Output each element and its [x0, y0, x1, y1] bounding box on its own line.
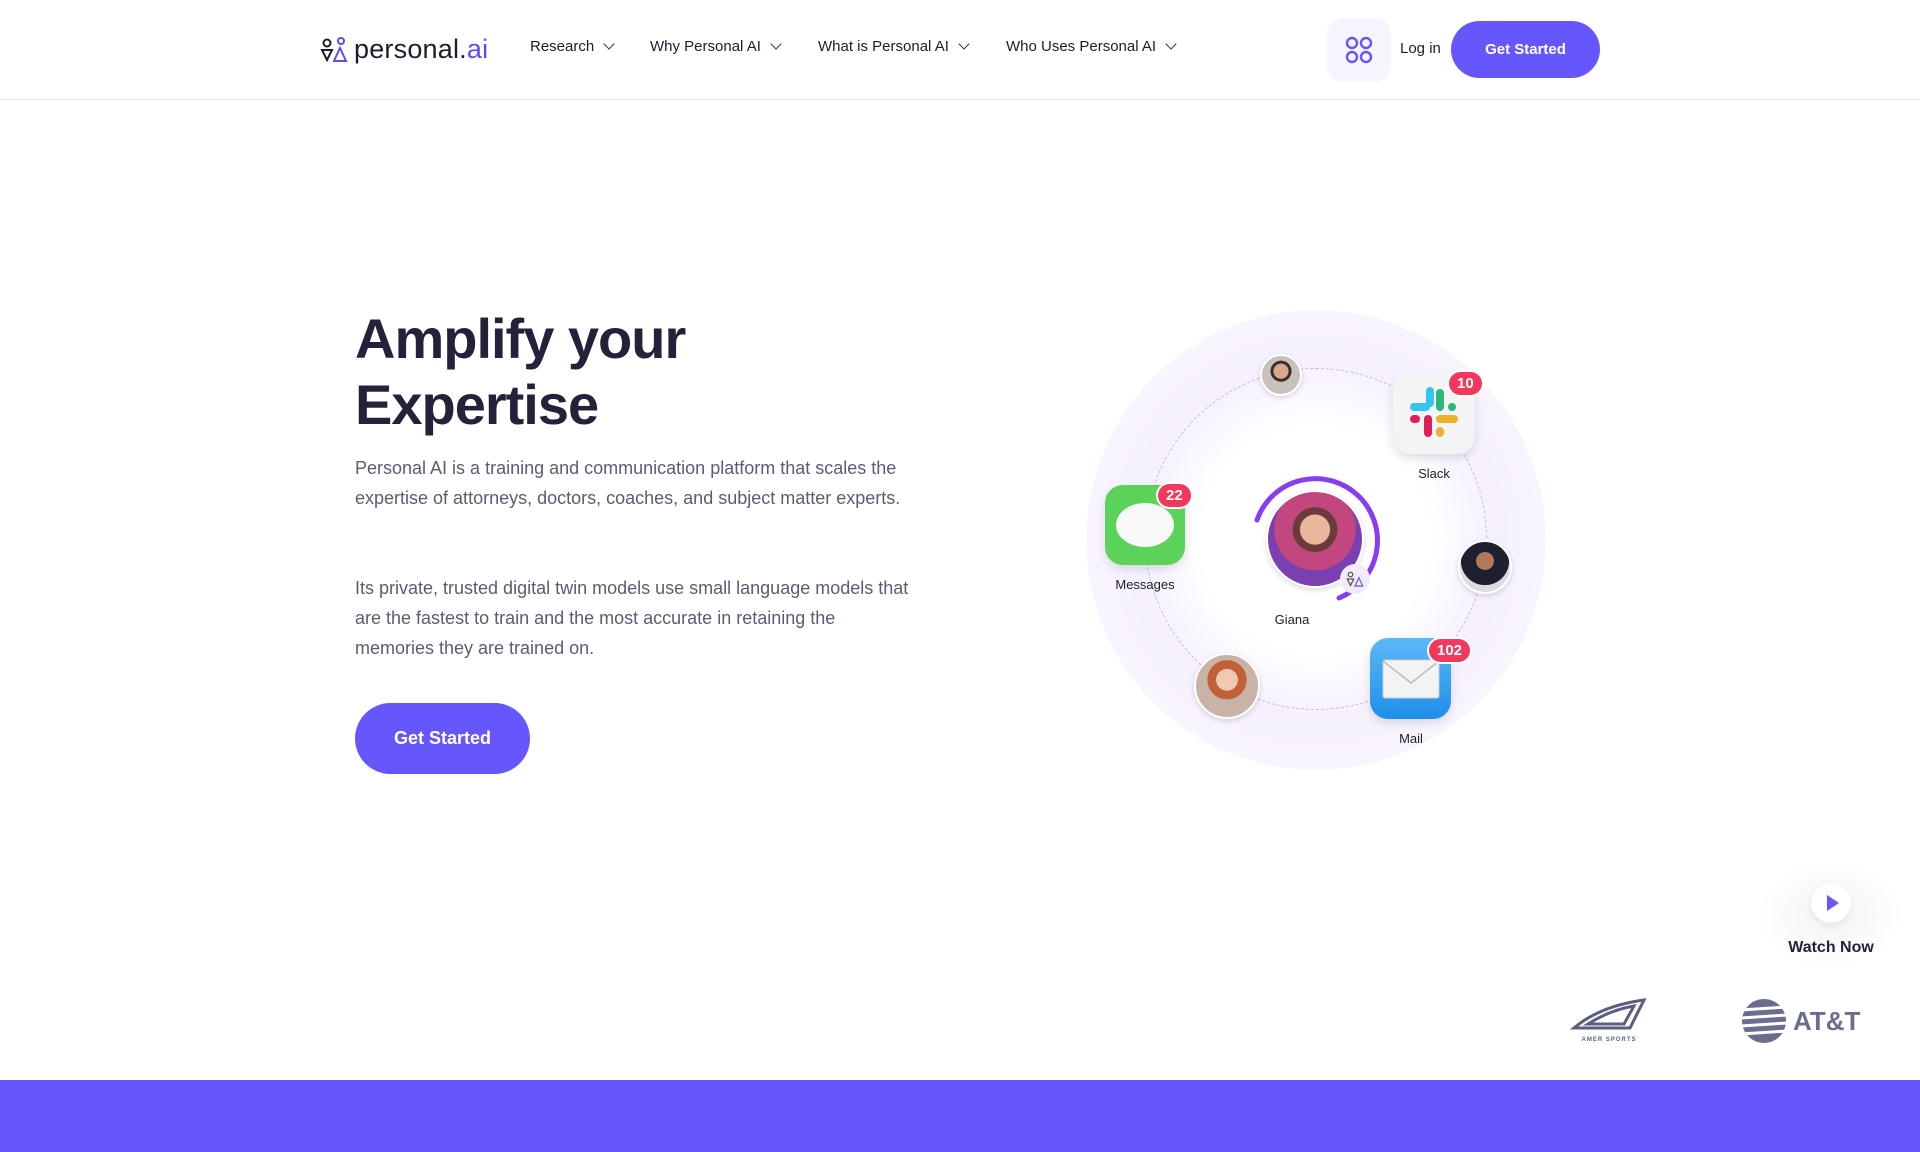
- hero-title-line1: Amplify your: [355, 307, 686, 370]
- watch-now-label: Watch Now: [1788, 939, 1874, 956]
- hero-paragraph-2: Its private, trusted digital twin models…: [355, 578, 909, 658]
- hero-title-line2: Expertise: [355, 373, 599, 436]
- chevron-down-icon: [603, 38, 615, 50]
- hero-get-started-button[interactable]: Get Started: [355, 703, 530, 774]
- personal-ai-badge-icon: [1340, 564, 1370, 594]
- nav-research[interactable]: Research: [530, 38, 615, 55]
- amer-sports-text: AMER SPORTS: [1581, 1037, 1637, 1043]
- play-icon: [1811, 883, 1851, 923]
- speech-bubble-icon: [1116, 503, 1174, 547]
- header-get-started-button[interactable]: Get Started: [1451, 21, 1600, 78]
- logo-icon: [320, 36, 348, 62]
- contact-avatar[interactable]: [1194, 653, 1260, 719]
- mail-badge: 102: [1427, 637, 1473, 664]
- watch-now-button[interactable]: Watch Now: [1758, 860, 1904, 970]
- logo-text: personal.: [354, 34, 467, 64]
- nav-label: What is Personal AI: [818, 38, 949, 55]
- giana-label: Giana: [1274, 612, 1310, 627]
- att-globe-icon: [1741, 999, 1787, 1043]
- messages-badge: 22: [1156, 482, 1193, 509]
- site-header: personal.ai Research Why Personal AI Wha…: [0, 0, 1920, 100]
- envelope-icon: [1382, 659, 1439, 698]
- nav-label: Who Uses Personal AI: [1006, 38, 1157, 55]
- contact-avatar[interactable]: [1458, 540, 1512, 594]
- nav-label: Why Personal AI: [650, 38, 761, 55]
- nav-label: Research: [530, 38, 595, 55]
- nav-what-is-personal-ai[interactable]: What is Personal AI: [818, 38, 970, 55]
- nav-why-personal-ai[interactable]: Why Personal AI: [650, 38, 782, 55]
- slack-badge: 10: [1447, 370, 1484, 397]
- footer-band: [0, 1080, 1920, 1152]
- nav-who-uses-personal-ai[interactable]: Who Uses Personal AI: [1006, 38, 1177, 55]
- contact-avatar[interactable]: [1260, 354, 1302, 396]
- apps-grid-button[interactable]: [1327, 18, 1391, 82]
- chevron-down-icon: [1165, 38, 1177, 50]
- slack-label: Slack: [1418, 466, 1450, 481]
- hero-paragraph-1: Personal AI is a training and communicat…: [355, 458, 901, 508]
- messages-label: Messages: [1115, 577, 1175, 592]
- logo-text-ai: ai: [466, 34, 489, 64]
- chevron-down-icon: [958, 38, 970, 50]
- amer-sports-logo: AMER SPORTS: [1569, 998, 1648, 1044]
- hero-title: Amplify your Expertise: [355, 306, 686, 438]
- grid-icon: [1345, 36, 1373, 64]
- logo[interactable]: personal.ai: [320, 34, 488, 65]
- mail-label: Mail: [1399, 731, 1423, 746]
- att-logo: AT&T: [1741, 998, 1860, 1044]
- chevron-down-icon: [770, 38, 782, 50]
- att-text: AT&T: [1793, 1005, 1861, 1036]
- login-link[interactable]: Log in: [1400, 40, 1441, 57]
